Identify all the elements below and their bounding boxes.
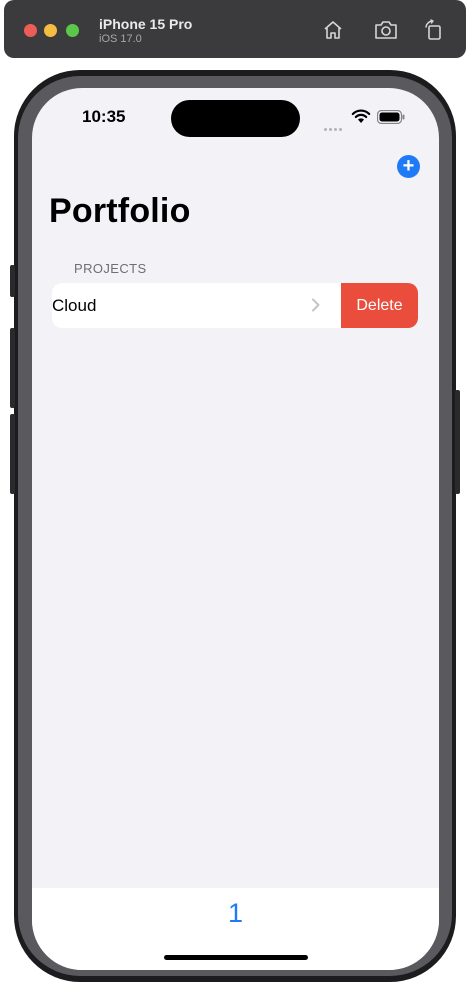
simulator-title-bar: iPhone 15 Pro iOS 17.0 — [4, 0, 466, 58]
minimize-window-button[interactable] — [44, 24, 57, 37]
battery-icon — [376, 109, 405, 129]
status-time: 10:35 — [82, 107, 126, 126]
section-header: PROJECTS — [74, 261, 147, 276]
rotate-icon[interactable] — [423, 19, 445, 41]
project-name: Cloud — [52, 296, 97, 315]
wifi-icon — [351, 109, 371, 129]
home-icon[interactable] — [322, 19, 344, 41]
action-button[interactable] — [10, 265, 15, 297]
screenshot-icon[interactable] — [374, 19, 397, 41]
cellular-signal-icon — [324, 118, 344, 136]
list-item[interactable]: Cloud Delete — [52, 283, 418, 328]
close-window-button[interactable] — [24, 24, 37, 37]
app-screen: 10:35 + Portfolio PROJECTS Cloud Delete … — [32, 88, 439, 970]
device-name: iPhone 15 Pro — [99, 16, 193, 32]
volume-up-button[interactable] — [10, 328, 15, 408]
delete-button[interactable]: Delete — [341, 283, 418, 328]
page-title: Portfolio — [49, 192, 191, 230]
home-indicator[interactable] — [164, 955, 308, 960]
dynamic-island — [171, 100, 300, 137]
volume-down-button[interactable] — [10, 414, 15, 494]
plus-icon: + — [402, 155, 415, 177]
zoom-window-button[interactable] — [66, 24, 79, 37]
tab-item[interactable]: 1 — [32, 898, 439, 929]
os-version: iOS 17.0 — [99, 33, 142, 45]
add-project-button[interactable]: + — [397, 155, 420, 178]
chevron-right-icon — [311, 298, 321, 312]
power-button[interactable] — [455, 390, 460, 494]
